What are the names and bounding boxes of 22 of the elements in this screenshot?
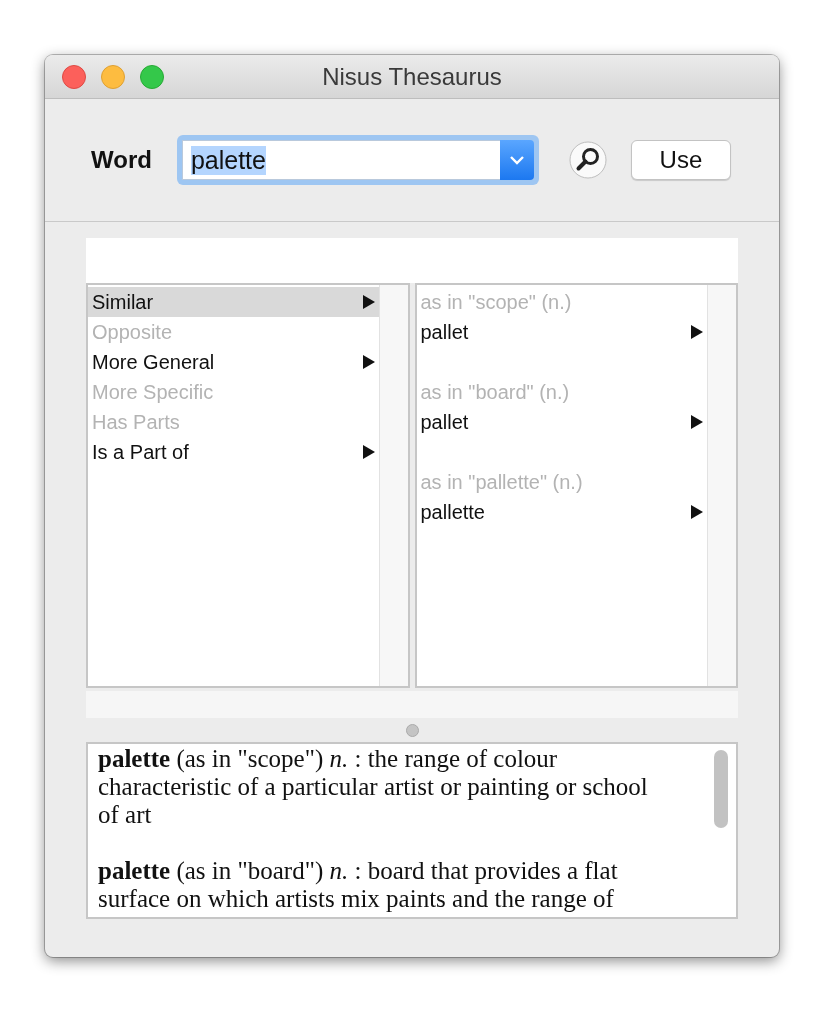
relation-item[interactable]: More General [88, 347, 379, 377]
sense-heading: as in "board" (n.) [420, 380, 570, 404]
chevron-down-icon [508, 155, 525, 165]
use-button[interactable]: Use [630, 140, 731, 180]
synonym-item[interactable]: pallet [416, 317, 707, 347]
window-title: Nisus Thesaurus [322, 62, 502, 90]
splitter-handle[interactable] [405, 724, 419, 737]
word-combo-field[interactable]: palette [176, 135, 539, 185]
synonym-item[interactable]: pallet [416, 407, 707, 437]
sense-heading: as in "scope" (n.) [420, 290, 572, 314]
scrollbar-thumb[interactable] [714, 750, 728, 828]
synonym-item[interactable]: pallette [416, 497, 707, 527]
relation-item[interactable]: Similar [88, 287, 379, 317]
close-button[interactable] [62, 64, 86, 89]
relation-item[interactable]: Is a Part of [88, 437, 379, 467]
definition-text: palette (as in "scope") n. : the range of colour characteristic of a particular artist or painting or school of art [98, 745, 649, 829]
zoom-button[interactable] [140, 64, 164, 89]
field-label: Word [91, 146, 152, 174]
sense-heading: as in "pallette" (n.) [420, 470, 583, 494]
minimize-button[interactable] [101, 64, 125, 89]
definition-text: palette (as in "board") n. : board that provides a flat surface on which artists mix paints and the range of [98, 857, 619, 913]
search-icon[interactable] [568, 141, 607, 179]
